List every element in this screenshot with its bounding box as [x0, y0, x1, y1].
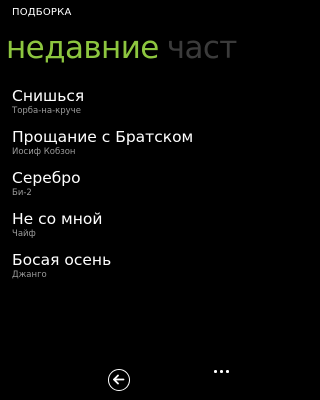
- song-artist: Би-2: [12, 188, 32, 198]
- song-item[interactable]: Серебро Би-2: [12, 168, 238, 209]
- song-title: Босая осень: [12, 251, 112, 269]
- song-item[interactable]: Не со мной Чайф: [12, 209, 238, 250]
- app-title: ПОДБОРКА: [12, 7, 72, 18]
- song-artist: Иосиф Кобзон: [12, 147, 76, 157]
- song-artist: Чайф: [12, 229, 36, 239]
- song-title: Серебро: [12, 169, 81, 187]
- dot: [226, 370, 229, 373]
- back-button[interactable]: [108, 369, 130, 391]
- dot: [220, 370, 223, 373]
- pivot-headers: недавние част: [6, 30, 240, 74]
- back-arrow-icon: [113, 374, 125, 385]
- song-title: Прощание с Братском: [12, 128, 194, 146]
- app-bar: [0, 366, 240, 400]
- song-item[interactable]: Прощание с Братском Иосиф Кобзон: [12, 127, 238, 168]
- song-item[interactable]: Босая осень Джанго: [12, 250, 238, 291]
- song-item[interactable]: Снишься Торба-на-круче: [12, 86, 238, 127]
- song-title: Снишься: [12, 87, 85, 105]
- song-artist: Торба-на-круче: [12, 106, 81, 116]
- dot: [214, 370, 217, 373]
- pivot-tab-recent[interactable]: недавние: [6, 30, 159, 66]
- song-list: Снишься Торба-на-круче Прощание с Братск…: [12, 86, 238, 291]
- song-title: Не со мной: [12, 210, 103, 228]
- song-artist: Джанго: [12, 270, 47, 280]
- ellipsis-icon[interactable]: [214, 370, 232, 376]
- pivot-tab-frequent[interactable]: част: [167, 30, 238, 66]
